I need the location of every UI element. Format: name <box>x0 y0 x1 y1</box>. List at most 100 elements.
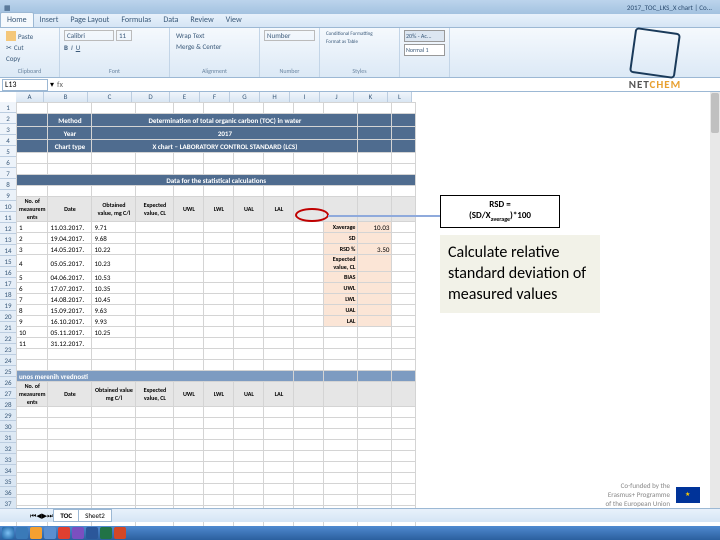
col-header-B[interactable]: B <box>44 92 88 102</box>
row-header-20[interactable]: 20 <box>0 311 16 322</box>
row-header-17[interactable]: 17 <box>0 278 16 289</box>
font-size-select[interactable]: 11 <box>116 30 132 41</box>
row-header-24[interactable]: 24 <box>0 355 16 366</box>
document-name: 2017_TOC_LKS_X chart | Co... <box>627 3 712 12</box>
italic-button[interactable]: I <box>71 43 73 52</box>
column-headers: ABCDEFGHIJKL <box>16 92 412 102</box>
row-header-9[interactable]: 9 <box>0 190 16 201</box>
row-header-4[interactable]: 4 <box>0 135 16 146</box>
taskbar-word-icon[interactable] <box>86 527 98 539</box>
tab-home[interactable]: Home <box>0 12 34 27</box>
sheet-tab-bar: ⏮ ◀ ▶ ⏭ TOC Sheet2 <box>0 508 720 522</box>
windows-taskbar <box>0 526 720 540</box>
row-header-14[interactable]: 14 <box>0 245 16 256</box>
tab-insert[interactable]: Insert <box>34 13 65 27</box>
row-header-31[interactable]: 31 <box>0 432 16 443</box>
taskbar-folder-icon[interactable] <box>30 527 42 539</box>
col-header-G[interactable]: G <box>230 92 260 102</box>
fx-icon[interactable]: fx <box>54 80 66 90</box>
taskbar-app-icon[interactable] <box>58 527 70 539</box>
number-label: Number <box>264 67 315 75</box>
annotation-arrow <box>328 215 440 217</box>
cut-icon: ✂ <box>6 43 12 52</box>
col-header-D[interactable]: D <box>132 92 170 102</box>
alignment-label: Alignment <box>174 67 255 75</box>
tab-formulas[interactable]: Formulas <box>115 13 157 27</box>
row-header-19[interactable]: 19 <box>0 300 16 311</box>
row-header-2[interactable]: 2 <box>0 113 16 124</box>
group-font: Calibri 11 B I U Font <box>60 28 170 77</box>
name-box[interactable]: L13 <box>2 79 48 91</box>
conditional-formatting-button[interactable]: Conditional Formatting <box>324 30 395 38</box>
row-header-16[interactable]: 16 <box>0 267 16 278</box>
paste-button[interactable]: Paste <box>4 30 55 42</box>
row-header-3[interactable]: 3 <box>0 124 16 135</box>
row-header-34[interactable]: 34 <box>0 465 16 476</box>
row-header-33[interactable]: 33 <box>0 454 16 465</box>
group-number: Number Number <box>260 28 320 77</box>
row-header-8[interactable]: 8 <box>0 179 16 190</box>
styles-label: Styles <box>324 67 395 75</box>
col-header-E[interactable]: E <box>170 92 200 102</box>
tab-view[interactable]: View <box>220 13 248 27</box>
row-header-1[interactable]: 1 <box>0 102 16 113</box>
bold-button[interactable]: B <box>64 43 68 52</box>
col-header-L[interactable]: L <box>388 92 412 102</box>
vertical-scrollbar[interactable] <box>710 92 720 508</box>
taskbar-ie-icon[interactable] <box>44 527 56 539</box>
row-header-15[interactable]: 15 <box>0 256 16 267</box>
row-header-26[interactable]: 26 <box>0 377 16 388</box>
taskbar-explorer-icon[interactable] <box>16 527 28 539</box>
number-format-select[interactable]: Number <box>264 30 315 41</box>
col-header-K[interactable]: K <box>354 92 388 102</box>
sheet-body[interactable]: MethodDetermination of total organic car… <box>16 102 416 539</box>
taskbar-excel-icon[interactable] <box>100 527 112 539</box>
row-header-36[interactable]: 36 <box>0 487 16 498</box>
row-header-35[interactable]: 35 <box>0 476 16 487</box>
col-header-H[interactable]: H <box>260 92 290 102</box>
row-header-30[interactable]: 30 <box>0 421 16 432</box>
copy-button[interactable]: Copy <box>4 53 55 64</box>
row-header-12[interactable]: 12 <box>0 223 16 234</box>
tab-page-layout[interactable]: Page Layout <box>64 13 115 27</box>
font-family-select[interactable]: Calibri <box>64 30 114 41</box>
row-header-18[interactable]: 18 <box>0 289 16 300</box>
sheet-tab-toc[interactable]: TOC <box>53 509 79 522</box>
taskbar-powerpoint-icon[interactable] <box>114 527 126 539</box>
tab-data[interactable]: Data <box>157 13 184 27</box>
style-accent[interactable]: 20% - Ac... <box>404 30 445 42</box>
underline-button[interactable]: U <box>76 43 81 52</box>
cut-button[interactable]: ✂Cut <box>4 42 55 53</box>
style-normal[interactable]: Normal 1 <box>404 44 445 56</box>
group-styles: Conditional Formatting Format as Table S… <box>320 28 400 77</box>
col-header-C[interactable]: C <box>88 92 132 102</box>
row-header-23[interactable]: 23 <box>0 344 16 355</box>
format-table-button[interactable]: Format as Table <box>324 38 395 46</box>
tab-review[interactable]: Review <box>184 13 219 27</box>
row-header-29[interactable]: 29 <box>0 410 16 421</box>
col-header-F[interactable]: F <box>200 92 230 102</box>
start-button[interactable] <box>2 527 14 539</box>
col-header-A[interactable]: A <box>16 92 44 102</box>
row-header-27[interactable]: 27 <box>0 388 16 399</box>
col-header-I[interactable]: I <box>290 92 320 102</box>
row-header-28[interactable]: 28 <box>0 399 16 410</box>
row-headers: 1234567891011121314151617181920212223242… <box>0 102 16 509</box>
row-header-7[interactable]: 7 <box>0 168 16 179</box>
row-header-37[interactable]: 37 <box>0 498 16 509</box>
row-header-10[interactable]: 10 <box>0 201 16 212</box>
row-header-6[interactable]: 6 <box>0 157 16 168</box>
row-header-21[interactable]: 21 <box>0 322 16 333</box>
row-header-32[interactable]: 32 <box>0 443 16 454</box>
col-header-J[interactable]: J <box>320 92 354 102</box>
row-header-13[interactable]: 13 <box>0 234 16 245</box>
row-header-5[interactable]: 5 <box>0 146 16 157</box>
taskbar-viber-icon[interactable] <box>72 527 84 539</box>
row-header-22[interactable]: 22 <box>0 333 16 344</box>
wrap-text-button[interactable]: Wrap Text <box>174 30 255 41</box>
row-header-11[interactable]: 11 <box>0 212 16 223</box>
eu-footer: Co-funded by the Erasmus+ Programme of t… <box>605 481 700 508</box>
sheet-tab-sheet2[interactable]: Sheet2 <box>78 509 112 522</box>
merge-center-button[interactable]: Merge & Center <box>174 41 255 52</box>
row-header-25[interactable]: 25 <box>0 366 16 377</box>
